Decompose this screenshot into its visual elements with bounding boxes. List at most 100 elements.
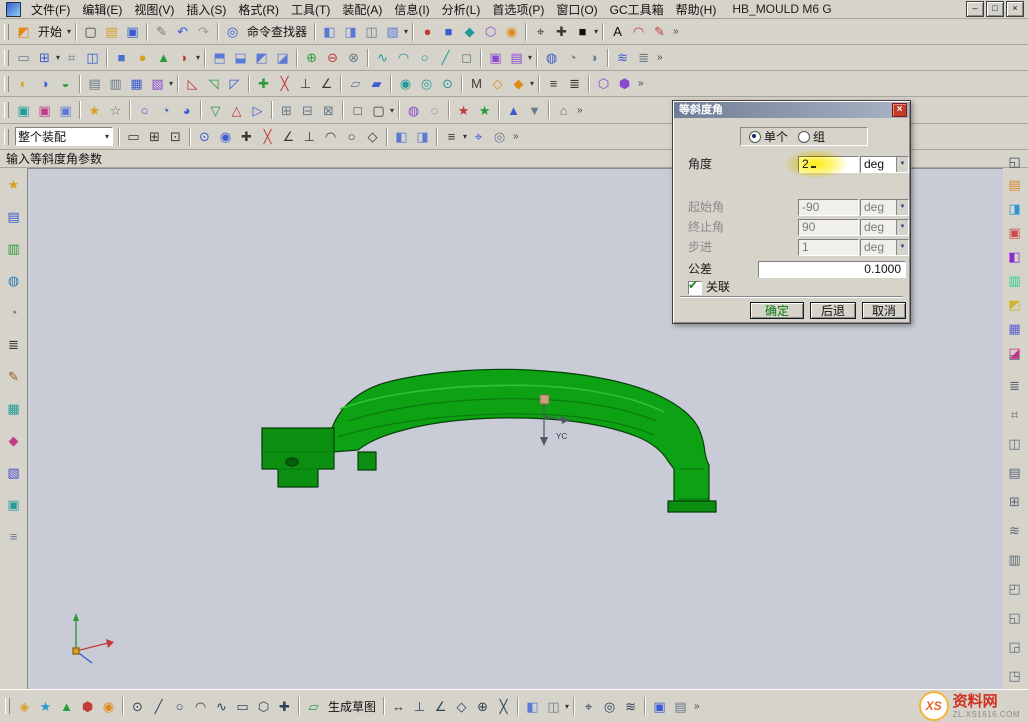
menu-item-11[interactable]: GC工具箱 — [604, 0, 670, 19]
view-style-icon[interactable]: ◧ — [319, 21, 340, 42]
toolbar-overflow-chevron[interactable]: » — [510, 131, 522, 142]
refresh-icon[interactable]: ★ — [474, 100, 495, 121]
circle-tool-icon[interactable]: ○ — [169, 696, 190, 717]
front-view-icon[interactable]: △ — [226, 100, 247, 121]
constraint-angle-icon[interactable]: ∠ — [430, 696, 451, 717]
spline-icon[interactable]: ∿ — [372, 47, 393, 68]
constraint-perpendicular-icon[interactable]: ⊥ — [409, 696, 430, 717]
rotate-view-icon[interactable]: ◔ — [155, 100, 176, 121]
color-swatch-icon[interactable]: ■ — [572, 21, 593, 42]
text-icon[interactable]: A — [607, 21, 628, 42]
new-window-icon[interactable]: ▢ — [368, 100, 389, 121]
intersect-icon[interactable]: ⊗ — [343, 47, 364, 68]
dialog-close-button[interactable]: × — [892, 103, 907, 117]
mate-icon[interactable]: ◉ — [98, 696, 119, 717]
section-icon[interactable]: ▲ — [503, 100, 524, 121]
command-finder-button[interactable]: 命令查找器 — [243, 23, 311, 40]
snap-point-icon[interactable]: ⊙ — [194, 126, 215, 147]
toolbox-item-icon[interactable]: ◰ — [1004, 578, 1025, 599]
line-tool-icon[interactable]: ╱ — [148, 696, 169, 717]
rectangle-tool-icon[interactable]: ▭ — [232, 696, 253, 717]
chamfer-icon[interactable]: ◑ — [583, 47, 604, 68]
deselect-icon[interactable]: ◎ — [489, 126, 510, 147]
expressions-icon[interactable]: ≡ — [543, 73, 564, 94]
wave-link-icon[interactable]: ⬡ — [593, 73, 614, 94]
menu-item-1[interactable]: 编辑(E) — [76, 0, 128, 19]
trim-body-icon[interactable]: ◺ — [182, 73, 203, 94]
part-family-icon[interactable]: ≣ — [564, 73, 585, 94]
home-view-icon[interactable]: ⌂ — [553, 100, 574, 121]
wcs-icon[interactable]: ★ — [84, 100, 105, 121]
dropdown-arrow-icon[interactable]: ▾ — [528, 53, 532, 62]
constraint-concentric-icon[interactable]: ⊕ — [472, 696, 493, 717]
toolbar-grip[interactable] — [4, 76, 9, 92]
spline-tool-icon[interactable]: ∿ — [211, 696, 232, 717]
toolbar-grip[interactable] — [5, 698, 10, 714]
dropdown-arrow-icon[interactable]: ▾ — [565, 702, 569, 711]
split-body-icon[interactable]: ◹ — [203, 73, 224, 94]
line-icon[interactable]: ╱ — [435, 47, 456, 68]
highlight-icon[interactable]: ◧ — [391, 126, 412, 147]
snap-clear-icon[interactable]: ╳ — [257, 126, 278, 147]
shaded-icon[interactable]: ▧ — [382, 21, 403, 42]
log-icon[interactable]: ▤ — [670, 696, 691, 717]
angle-unit-combo[interactable]: deg▼ — [860, 156, 909, 173]
menu-item-4[interactable]: 格式(R) — [232, 0, 285, 19]
draft-icon[interactable]: ◒ — [55, 73, 76, 94]
toolbox-item-icon[interactable]: ▤ — [1004, 462, 1025, 483]
analysis-icon[interactable]: ◇ — [487, 73, 508, 94]
cone-icon[interactable]: ▲ — [153, 47, 174, 68]
associative-checkbox[interactable]: ✔ — [688, 281, 702, 295]
shell-icon[interactable]: ◍ — [541, 47, 562, 68]
deviation-icon[interactable]: ◆ — [508, 73, 529, 94]
dropdown-arrow-icon[interactable]: ▾ — [594, 27, 598, 36]
delete-constraint-icon[interactable]: ╳ — [493, 696, 514, 717]
undo-icon[interactable]: ↶ — [172, 21, 193, 42]
snap-center-icon[interactable]: ◉ — [215, 126, 236, 147]
new-file-icon[interactable]: ▢ — [80, 21, 101, 42]
zoom-icon[interactable]: ⊟ — [297, 100, 318, 121]
menu-item-2[interactable]: 视图(V) — [128, 0, 180, 19]
edge-blend-icon[interactable]: ◑ — [34, 73, 55, 94]
palette-icon[interactable]: ▦ — [3, 398, 24, 419]
snap-arc-icon[interactable]: ◠ — [320, 126, 341, 147]
annotation-icon[interactable]: ✎ — [649, 21, 670, 42]
tolerance-input[interactable]: 0.1000 — [758, 261, 906, 278]
toolbar-grip[interactable] — [4, 24, 9, 40]
sketch-task-icon[interactable]: ◫ — [82, 47, 103, 68]
polygon-tool-icon[interactable]: ⬡ — [253, 696, 274, 717]
snap-angle-icon[interactable]: ∠ — [278, 126, 299, 147]
pan-view-icon[interactable]: ◕ — [176, 100, 197, 121]
block-icon[interactable]: ■ — [438, 21, 459, 42]
loft-icon[interactable]: ◪ — [272, 47, 293, 68]
menu-item-12[interactable]: 帮助(H) — [670, 0, 723, 19]
command-finder-icon[interactable]: ◎ — [222, 21, 243, 42]
layers-icon[interactable]: ▣ — [3, 494, 24, 515]
side-view-icon[interactable]: ▷ — [247, 100, 268, 121]
toolbox-item-icon[interactable]: ◫ — [1004, 433, 1025, 454]
face-blend-icon[interactable]: ◐ — [13, 73, 34, 94]
toolbox-item-icon[interactable]: ▭ — [1004, 346, 1025, 367]
wireframe-icon[interactable]: ◫ — [361, 21, 382, 42]
parts-palette-icon[interactable]: ▣ — [1004, 222, 1025, 243]
snap-quadrant-icon[interactable]: ◇ — [362, 126, 383, 147]
history-icon[interactable]: ◔ — [3, 302, 24, 323]
toolbox-item-icon[interactable]: ◳ — [1004, 665, 1025, 686]
sphere-icon[interactable]: ● — [417, 21, 438, 42]
combo-dropdown-arrow-icon[interactable]: ▾ — [105, 132, 109, 141]
assembly-constraints-icon[interactable]: ◈ — [14, 696, 35, 717]
toolbar-overflow-chevron[interactable]: » — [691, 701, 703, 712]
arc-icon[interactable]: ◠ — [628, 21, 649, 42]
view-style-icon[interactable]: ◨ — [340, 21, 361, 42]
reuse-library-icon[interactable]: ▤ — [1004, 174, 1025, 195]
general-filter-icon[interactable]: ▭ — [123, 126, 144, 147]
point-icon[interactable]: ⌖ — [530, 21, 551, 42]
clip-section-icon[interactable]: ▼ — [524, 100, 545, 121]
menu-item-5[interactable]: 工具(T) — [285, 0, 336, 19]
section-curve-icon[interactable]: ≋ — [620, 696, 641, 717]
add-component-icon[interactable]: ▲ — [56, 696, 77, 717]
internet-explorer-icon[interactable]: ◍ — [3, 270, 24, 291]
swept-icon[interactable]: ◎ — [416, 73, 437, 94]
point-set-icon[interactable]: ✚ — [253, 73, 274, 94]
origin-icon[interactable]: ⌖ — [578, 696, 599, 717]
